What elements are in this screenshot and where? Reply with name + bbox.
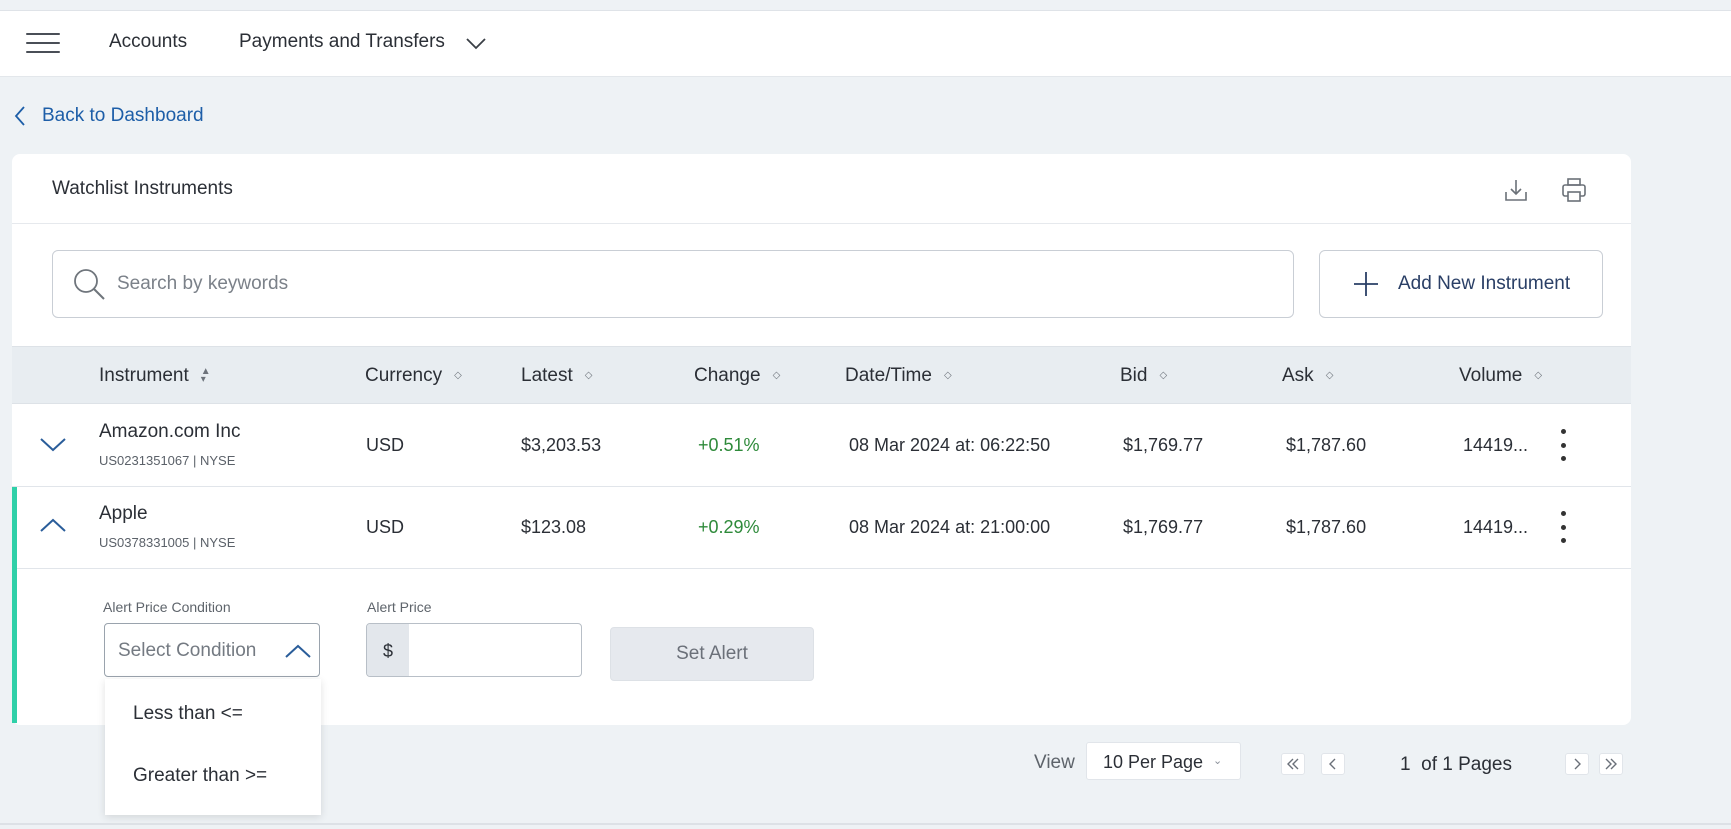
latest-cell: $123.08 — [521, 517, 587, 537]
nav-item-accounts[interactable]: Accounts — [109, 31, 187, 53]
sort-icon: ◇ — [1325, 370, 1334, 381]
column-header-change[interactable]: Change ◇ — [694, 365, 780, 387]
condition-dropdown-menu: Less than <= Greater than >= — [105, 679, 321, 815]
column-header-latest[interactable]: Latest ◇ — [521, 365, 592, 387]
currency-cell: USD — [366, 517, 405, 537]
add-new-instrument-label: Add New Instrument — [1398, 273, 1571, 294]
last-page-button[interactable] — [1599, 753, 1623, 775]
table-row: Amazon.com Inc US0231351067 | NYSE USD $… — [12, 405, 1631, 487]
chevron-left-icon — [14, 106, 25, 126]
column-header-ask[interactable]: Ask ◇ — [1282, 365, 1333, 387]
sort-icon: ◇ — [454, 370, 462, 381]
alert-price-input[interactable] — [415, 634, 570, 668]
more-options-icon[interactable] — [1557, 511, 1569, 543]
print-icon[interactable] — [1560, 176, 1588, 204]
instrument-name[interactable]: Apple — [99, 503, 148, 525]
first-page-button[interactable] — [1281, 753, 1305, 775]
set-alert-button[interactable]: Set Alert — [610, 627, 814, 681]
add-new-instrument-button[interactable]: Add New Instrument — [1319, 250, 1603, 318]
column-header-currency[interactable]: Currency ◇ — [365, 365, 462, 387]
per-page-select[interactable]: 10 Per Page ⌄ — [1086, 742, 1241, 780]
double-chevron-left-icon — [1287, 758, 1299, 770]
column-header-volume[interactable]: Volume ◇ — [1459, 365, 1542, 387]
per-page-value: 10 Per Page — [1103, 752, 1204, 772]
change-cell: +0.29% — [698, 517, 760, 537]
sort-icon: ◇ — [772, 370, 781, 381]
alert-price-label: Alert Price — [367, 599, 432, 615]
table-row: Apple US0378331005 | NYSE USD $123.08 +0… — [12, 487, 1631, 723]
bid-cell: $1,769.77 — [1123, 517, 1204, 537]
column-header-bid[interactable]: Bid ◇ — [1120, 365, 1167, 387]
dropdown-option-less-than[interactable]: Less than <= — [133, 703, 243, 725]
search-icon — [74, 269, 105, 300]
sort-icon: ◇ — [584, 370, 593, 381]
back-to-dashboard-label: Back to Dashboard — [42, 105, 204, 126]
sort-icon: ▲ ▾ — [200, 366, 211, 385]
datetime-cell: 08 Mar 2024 at: 06:22:50 — [849, 435, 1051, 455]
condition-select-value: Select Condition — [118, 640, 257, 661]
search-box[interactable] — [52, 250, 1294, 318]
chevron-up-icon[interactable] — [38, 515, 68, 537]
change-cell: +0.51% — [698, 435, 760, 455]
chevron-right-icon — [1574, 758, 1581, 770]
next-page-button[interactable] — [1565, 753, 1589, 775]
datetime-cell: 08 Mar 2024 at: 21:00:00 — [849, 517, 1051, 537]
column-header-instrument[interactable]: Instrument ▲ ▾ — [99, 365, 211, 387]
instrument-name[interactable]: Amazon.com Inc — [99, 421, 241, 443]
menu-icon[interactable] — [26, 33, 60, 55]
chevron-left-icon — [1329, 758, 1336, 770]
current-page: 1 — [1400, 754, 1411, 775]
chevron-down-icon[interactable] — [38, 433, 68, 455]
download-icon[interactable] — [1502, 176, 1530, 204]
latest-cell: $3,203.53 — [521, 435, 602, 455]
top-nav-bar: Accounts Payments and Transfers — [0, 10, 1731, 77]
plus-icon — [1354, 272, 1378, 296]
column-header-datetime[interactable]: Date/Time ◇ — [845, 365, 952, 387]
currency-prefix: $ — [367, 624, 409, 676]
sort-icon: ◇ — [943, 370, 952, 381]
alert-price-field[interactable]: $ — [366, 623, 582, 677]
search-input[interactable] — [117, 273, 1267, 295]
condition-select[interactable]: Select Condition — [104, 623, 320, 677]
nav-item-payments-and-transfers[interactable]: Payments and Transfers — [239, 31, 445, 53]
sort-icon: ◇ — [1534, 370, 1543, 381]
footer-divider — [0, 823, 1731, 825]
back-to-dashboard-link[interactable]: Back to Dashboard — [14, 103, 204, 129]
double-chevron-right-icon — [1605, 758, 1617, 770]
watchlist-card: Watchlist Instruments Add New Instrument… — [12, 154, 1631, 725]
ask-cell: $1,787.60 — [1286, 435, 1367, 455]
chevron-up-icon — [285, 644, 311, 658]
volume-cell: 14419... — [1463, 435, 1529, 455]
chevron-down-icon[interactable] — [465, 35, 487, 51]
page-indicator: 1 of 1 Pages — [1400, 754, 1512, 776]
dropdown-option-greater-than[interactable]: Greater than >= — [133, 765, 267, 787]
instrument-identifier: US0378331005 | NYSE — [99, 535, 236, 550]
chevron-down-icon: ⌄ — [1213, 755, 1223, 767]
page-total: of 1 Pages — [1421, 754, 1512, 775]
alert-price-condition-label: Alert Price Condition — [103, 599, 231, 615]
more-options-icon[interactable] — [1557, 429, 1569, 461]
bid-cell: $1,769.77 — [1123, 435, 1204, 455]
view-label: View — [1034, 752, 1075, 773]
card-header-divider — [12, 223, 1631, 224]
volume-cell: 14419... — [1463, 517, 1529, 537]
currency-cell: USD — [366, 435, 405, 455]
card-title: Watchlist Instruments — [52, 178, 233, 199]
previous-page-button[interactable] — [1321, 753, 1345, 775]
table-header: Instrument ▲ ▾ Currency ◇ Latest ◇ Change ◇ D… — [12, 346, 1631, 404]
instrument-identifier: US0231351067 | NYSE — [99, 453, 236, 468]
sort-icon: ◇ — [1159, 370, 1168, 381]
ask-cell: $1,787.60 — [1286, 517, 1367, 537]
